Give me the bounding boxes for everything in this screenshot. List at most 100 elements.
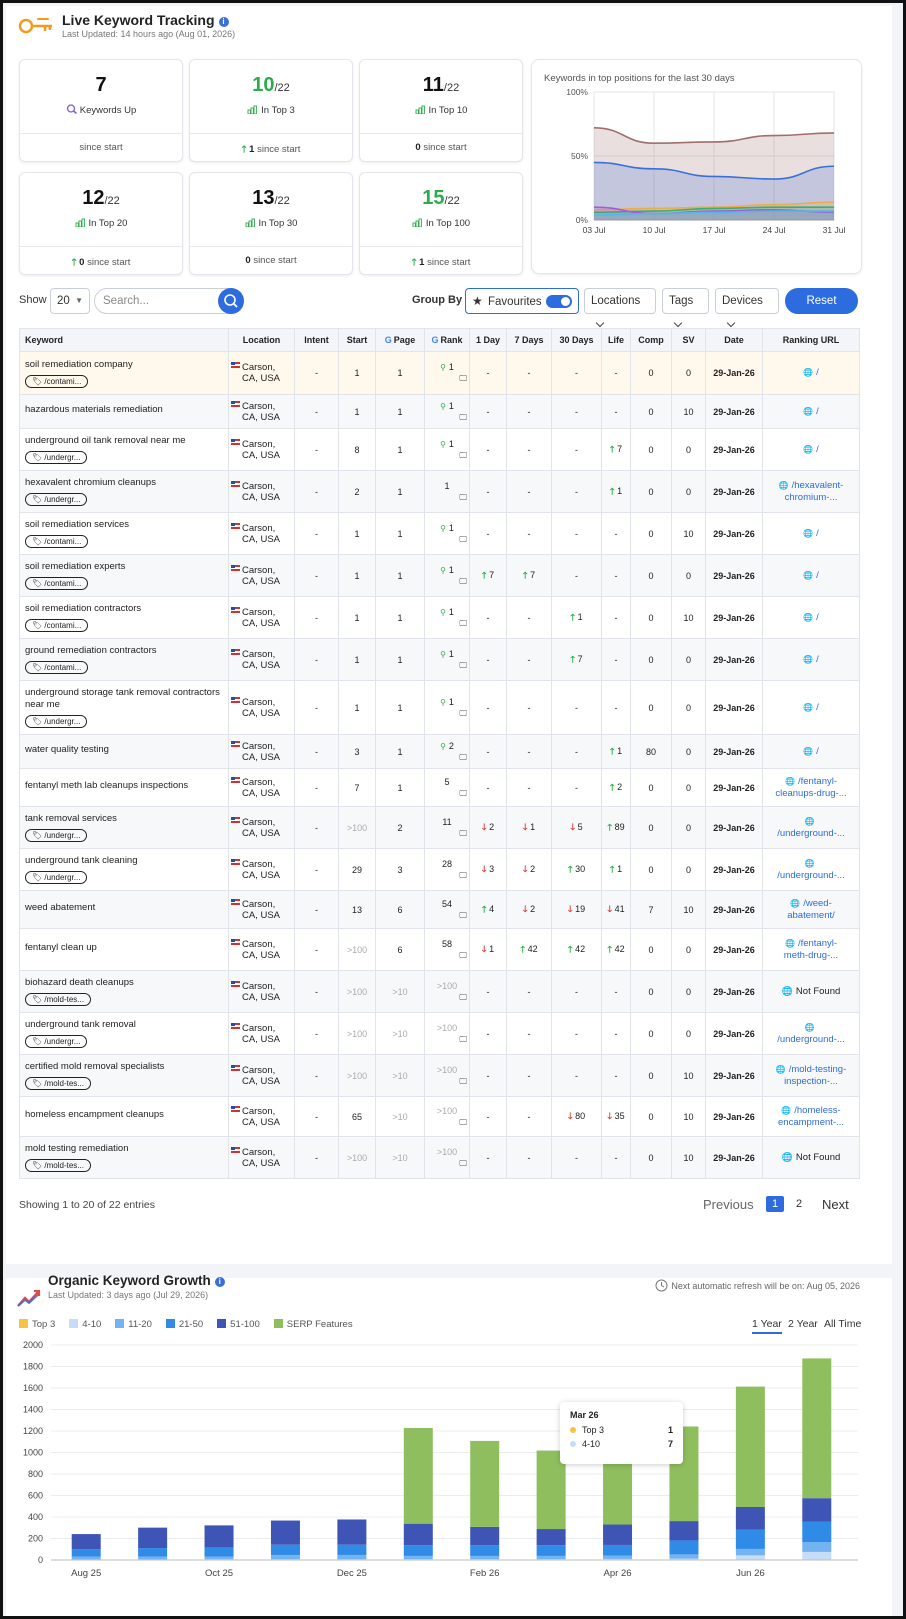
ranking-url-link[interactable]: 🌐 /: [765, 702, 857, 714]
ranking-url-link[interactable]: 🌐/underground-...: [765, 858, 857, 882]
favourites-toggle[interactable]: ★ Favourites: [465, 288, 579, 314]
table-row[interactable]: underground tank cleaning 🏷 /undergr... Ca…: [19, 848, 860, 891]
table-row[interactable]: soil remediation services 🏷 /contami... Ca…: [19, 512, 860, 555]
column-header[interactable]: 1 Day: [469, 328, 507, 352]
ranking-url-cell[interactable]: 🌐 /: [762, 394, 860, 429]
bar-segment[interactable]: [802, 1521, 832, 1543]
bar-segment[interactable]: [270, 1520, 300, 1545]
ranking-url-cell[interactable]: 🌐 /: [762, 680, 860, 735]
ranking-url-cell[interactable]: 🌐/fentanyl-cleanups-drug-...: [762, 768, 860, 807]
bar-segment[interactable]: [735, 1548, 765, 1556]
bar-segment[interactable]: [71, 1556, 101, 1560]
table-row[interactable]: tank removal services 🏷 /undergr... Carson…: [19, 806, 860, 849]
bar-segment[interactable]: [669, 1540, 699, 1555]
bar-segment[interactable]: [71, 1549, 101, 1557]
bar-segment[interactable]: [536, 1529, 566, 1546]
info-icon[interactable]: i: [214, 1277, 225, 1287]
bar-segment[interactable]: [536, 1555, 566, 1560]
page-2-button[interactable]: 2: [796, 1198, 802, 1210]
column-header[interactable]: G Rank: [424, 328, 470, 352]
table-row[interactable]: soil remediation company 🏷 /contami... Car…: [19, 351, 860, 395]
bar-segment[interactable]: [403, 1545, 433, 1556]
bar-segment[interactable]: [470, 1555, 500, 1560]
ranking-url-cell[interactable]: 🌐/hexavalent-chromium-...: [762, 470, 860, 513]
info-icon[interactable]: i: [218, 17, 229, 27]
bar-segment[interactable]: [603, 1524, 633, 1545]
ranking-url-link[interactable]: 🌐 /: [765, 444, 857, 456]
bar-segment[interactable]: [470, 1440, 500, 1527]
bar-segment[interactable]: [403, 1523, 433, 1546]
locations-dropdown[interactable]: Locations: [584, 288, 656, 328]
bar-segment[interactable]: [802, 1358, 832, 1499]
toggle-switch[interactable]: [546, 295, 572, 308]
url-tag[interactable]: 🏷 /undergr...: [25, 493, 88, 506]
tags-dropdown[interactable]: Tags: [662, 288, 709, 328]
ranking-url-cell[interactable]: 🌐 /: [762, 351, 860, 395]
ranking-url-link[interactable]: 🌐 /: [765, 746, 857, 758]
table-row[interactable]: certified mold removal specialists 🏷 /mol…: [19, 1054, 860, 1097]
page-size-select[interactable]: 20 ▼: [50, 288, 90, 314]
bar-segment[interactable]: [470, 1545, 500, 1556]
url-tag[interactable]: 🏷 /contami...: [25, 577, 89, 590]
bar-segment[interactable]: [802, 1551, 832, 1560]
bar-segment[interactable]: [802, 1498, 832, 1522]
ranking-url-link[interactable]: 🌐/fentanyl-cleanups-drug-...: [765, 776, 857, 800]
bar-segment[interactable]: [138, 1556, 168, 1560]
ranking-url-cell[interactable]: 🌐 /: [762, 638, 860, 681]
table-row[interactable]: fentanyl meth lab cleanups inspections Ca…: [19, 768, 860, 807]
table-row[interactable]: weed abatement Carson, CA, USA -13 6 54 🖵 🡑 4 🡓 …: [19, 890, 860, 929]
ranking-url-link[interactable]: 🌐 /: [765, 570, 857, 582]
range-tab[interactable]: 2 Year: [788, 1318, 818, 1332]
next-button[interactable]: Next: [822, 1197, 849, 1212]
bar-segment[interactable]: [735, 1507, 765, 1530]
url-tag[interactable]: 🏷 /contami...: [25, 661, 89, 674]
url-tag[interactable]: 🏷 /mold-tes...: [25, 993, 91, 1006]
url-tag[interactable]: 🏷 /undergr...: [25, 1035, 88, 1048]
url-tag[interactable]: 🏷 /undergr...: [25, 715, 88, 728]
ranking-url-cell[interactable]: 🌐 /: [762, 734, 860, 769]
column-header[interactable]: Intent: [294, 328, 339, 352]
bar-segment[interactable]: [270, 1554, 300, 1560]
bar-segment[interactable]: [337, 1554, 367, 1560]
ranking-url-link[interactable]: 🌐/hexavalent-chromium-...: [765, 480, 857, 504]
bar-segment[interactable]: [204, 1525, 234, 1548]
ranking-url-cell[interactable]: 🌐/fentanyl-meth-drug-...: [762, 928, 860, 971]
legend-item[interactable]: SERP Features: [273, 1319, 353, 1330]
bar-segment[interactable]: [735, 1555, 765, 1560]
bar-segment[interactable]: [138, 1527, 168, 1549]
ranking-url-link[interactable]: 🌐/mold-testing-inspection-...: [765, 1064, 857, 1088]
ranking-url-cell[interactable]: 🌐/underground-...: [762, 1012, 860, 1055]
ranking-url-cell[interactable]: 🌐 /: [762, 512, 860, 555]
url-tag[interactable]: 🏷 /mold-tes...: [25, 1159, 91, 1172]
table-row[interactable]: hazardous materials remediation Carson, CA…: [19, 394, 860, 429]
ranking-url-link[interactable]: 🌐/weed-abatement/: [765, 898, 857, 922]
column-header[interactable]: Ranking URL: [762, 328, 860, 352]
ranking-url-link[interactable]: 🌐 /: [765, 528, 857, 540]
ranking-url-link[interactable]: 🌐/fentanyl-meth-drug-...: [765, 938, 857, 962]
legend-item[interactable]: 51-100: [217, 1319, 260, 1330]
table-row[interactable]: biohazard death cleanups 🏷 /mold-tes... Ca…: [19, 970, 860, 1013]
bar-segment[interactable]: [71, 1534, 101, 1550]
column-header[interactable]: Date: [705, 328, 763, 352]
ranking-url-cell[interactable]: 🌐 /: [762, 596, 860, 639]
column-header[interactable]: Start: [338, 328, 376, 352]
table-row[interactable]: ground remediation contractors 🏷 /contami…: [19, 638, 860, 681]
range-tab[interactable]: 1 Year: [752, 1318, 782, 1334]
table-row[interactable]: mold testing remediation 🏷 /mold-tes... Ca…: [19, 1136, 860, 1179]
table-row[interactable]: homeless encampment cleanups Carson, CA, U…: [19, 1096, 860, 1137]
bar-segment[interactable]: [204, 1556, 234, 1560]
bar-segment[interactable]: [536, 1545, 566, 1556]
search-input[interactable]: Search...: [103, 295, 149, 307]
table-row[interactable]: soil remediation contractors 🏷 /contami..…: [19, 596, 860, 639]
bar-segment[interactable]: [735, 1386, 765, 1508]
bar-segment[interactable]: [403, 1427, 433, 1524]
column-header[interactable]: 30 Days: [551, 328, 602, 352]
bar-segment[interactable]: [337, 1544, 367, 1555]
ranking-url-link[interactable]: 🌐/underground-...: [765, 816, 857, 840]
bar-segment[interactable]: [669, 1554, 699, 1559]
ranking-url-cell[interactable]: 🌐/mold-testing-inspection-...: [762, 1054, 860, 1097]
ranking-url-link[interactable]: 🌐/underground-...: [765, 1022, 857, 1046]
page-1-button[interactable]: 1: [766, 1196, 784, 1212]
url-tag[interactable]: 🏷 /undergr...: [25, 451, 88, 464]
bar-segment[interactable]: [337, 1519, 367, 1545]
